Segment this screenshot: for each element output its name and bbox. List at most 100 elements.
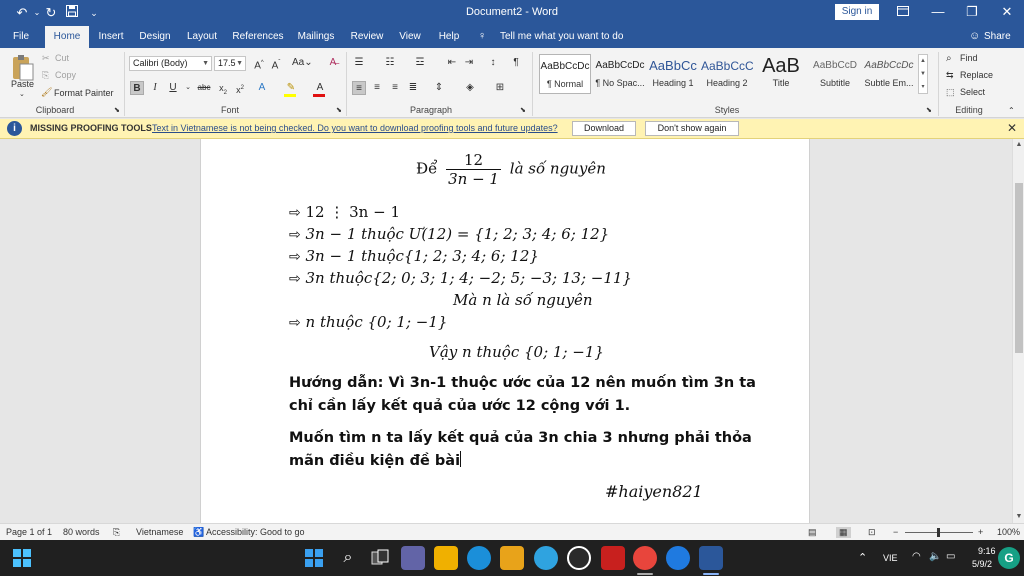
edge-browser-icon[interactable] xyxy=(467,546,491,570)
font-launcher-icon[interactable]: ⬊ xyxy=(336,106,342,114)
style-heading-2[interactable]: AaBbCcC Heading 2 xyxy=(701,54,753,94)
cut-icon[interactable]: ✂ xyxy=(42,53,50,64)
vertical-scrollbar[interactable]: ▲ ▼ xyxy=(1012,139,1024,523)
subscript-icon[interactable]: x2 xyxy=(216,81,230,96)
scroll-down-icon[interactable]: ▼ xyxy=(1015,513,1023,521)
word-app-icon[interactable] xyxy=(699,546,723,570)
find-icon[interactable]: ⌕ xyxy=(946,53,952,64)
shrink-font-icon[interactable]: Aˇ xyxy=(269,56,283,71)
chrome-browser-icon[interactable] xyxy=(633,546,657,570)
start-menu-icon[interactable] xyxy=(305,549,323,567)
style-normal[interactable]: AaBbCcDc ¶ Normal xyxy=(539,54,591,94)
copy-icon[interactable]: ⎘ xyxy=(42,70,49,81)
print-layout-icon[interactable]: ▦ xyxy=(836,527,851,538)
italic-icon[interactable]: I xyxy=(148,81,162,95)
clock-date[interactable]: 5/9/2 xyxy=(972,559,992,569)
download-button[interactable]: Download xyxy=(572,121,636,136)
battery-icon[interactable]: ▭ xyxy=(946,551,955,562)
microsoft-store-icon[interactable] xyxy=(500,546,524,570)
windows-start-icon[interactable] xyxy=(13,549,31,567)
collapse-ribbon-icon[interactable]: ⌃ xyxy=(1008,106,1015,115)
shield-app-icon[interactable] xyxy=(601,546,625,570)
style-title[interactable]: AaB Title xyxy=(755,54,807,94)
input-language[interactable]: VIE xyxy=(883,553,898,563)
ribbon-display-icon[interactable] xyxy=(893,3,913,21)
accessibility-status[interactable]: Accessibility: Good to go xyxy=(206,527,305,537)
search-icon[interactable]: ⌕ xyxy=(338,548,358,568)
text-effects-icon[interactable]: A xyxy=(255,81,269,95)
replace-icon[interactable]: ⇆ xyxy=(946,70,954,81)
zalo-icon[interactable] xyxy=(666,546,690,570)
zoom-out-icon[interactable]: − xyxy=(893,527,898,537)
tab-references[interactable]: References xyxy=(231,26,285,48)
bold-icon[interactable]: B xyxy=(130,81,144,95)
wifi-icon[interactable]: ◠ xyxy=(912,551,921,562)
borders-icon[interactable]: ⊞ xyxy=(493,81,507,95)
highlight-color-icon[interactable]: ✎ xyxy=(284,81,298,95)
weather-icon[interactable] xyxy=(534,546,558,570)
shading-icon[interactable]: ◈ xyxy=(463,81,477,95)
word-count[interactable]: 80 words xyxy=(63,527,100,537)
github-icon[interactable] xyxy=(567,546,591,570)
paragraph-launcher-icon[interactable]: ⬊ xyxy=(520,106,526,114)
select-button[interactable]: Select xyxy=(960,87,985,97)
tab-insert[interactable]: Insert xyxy=(94,26,128,48)
cut-button[interactable]: Cut xyxy=(55,53,69,63)
select-icon[interactable]: ⬚ xyxy=(946,87,955,98)
paste-icon[interactable] xyxy=(10,54,34,81)
teams-chat-icon[interactable] xyxy=(401,546,425,570)
align-center-icon[interactable]: ≡ xyxy=(370,81,384,95)
show-formatting-icon[interactable]: ¶ xyxy=(509,56,523,70)
tab-mailings[interactable]: Mailings xyxy=(294,26,338,48)
styles-scroll[interactable]: ▲ ▼ ▾ xyxy=(918,54,928,94)
share-button[interactable]: Share xyxy=(984,26,1011,48)
file-explorer-icon[interactable] xyxy=(434,546,458,570)
sort-icon[interactable]: ↕ xyxy=(486,56,500,70)
web-layout-icon[interactable]: ⊡ xyxy=(868,527,876,538)
style-no-spacing[interactable]: AaBbCcDc ¶ No Spac... xyxy=(594,54,646,94)
clipboard-launcher-icon[interactable]: ⬊ xyxy=(114,106,120,114)
page-count[interactable]: Page 1 of 1 xyxy=(6,527,52,537)
tab-layout[interactable]: Layout xyxy=(183,26,221,48)
volume-icon[interactable]: 🔈 xyxy=(929,551,941,562)
tab-home[interactable]: Home xyxy=(45,26,89,48)
clock-time[interactable]: 9:16 xyxy=(978,546,996,556)
format-painter-icon[interactable]: 🖌 xyxy=(41,87,52,98)
scroll-up-icon[interactable]: ▲ xyxy=(1015,141,1023,149)
clear-formatting-icon[interactable]: A̶ xyxy=(326,56,340,70)
notice-message-link[interactable]: Text in Vietnamese is not being checked.… xyxy=(152,123,558,133)
align-right-icon[interactable]: ≡ xyxy=(388,81,402,95)
close-icon[interactable]: ✕ xyxy=(1007,121,1017,135)
sign-in-button[interactable]: Sign in xyxy=(835,4,879,20)
tray-chevron-icon[interactable]: ⌃ xyxy=(858,551,867,564)
increase-indent-icon[interactable]: ⇥ xyxy=(462,56,476,70)
proofing-icon[interactable]: ⎘ xyxy=(113,527,120,538)
style-subtitle[interactable]: AaBbCcD Subtitle xyxy=(809,54,861,94)
font-size-select[interactable]: 17.5 ▼ xyxy=(214,56,246,71)
tab-review[interactable]: Review xyxy=(347,26,387,48)
paste-label[interactable]: Paste xyxy=(11,79,34,89)
paste-dropdown-icon[interactable]: ⌄ xyxy=(19,90,25,98)
underline-icon[interactable]: U xyxy=(166,81,180,95)
change-case-icon[interactable]: Aa⌄ xyxy=(292,56,313,70)
zoom-slider-thumb[interactable] xyxy=(937,528,940,537)
tab-view[interactable]: View xyxy=(396,26,424,48)
tab-design[interactable]: Design xyxy=(136,26,174,48)
underline-dropdown-icon[interactable]: ⌄ xyxy=(181,81,195,95)
format-painter-button[interactable]: Format Painter xyxy=(54,88,114,98)
style-heading-1[interactable]: AaBbCc Heading 1 xyxy=(647,54,699,94)
accessibility-icon[interactable]: ♿ xyxy=(193,527,204,538)
find-button[interactable]: Find xyxy=(960,53,978,63)
restore-button[interactable]: ❐ xyxy=(962,3,982,21)
document-page[interactable]: Để 12 3n − 1 là số nguyên ⇨ 12 ⋮ 3n − 1 … xyxy=(200,139,810,523)
superscript-icon[interactable]: x2 xyxy=(233,81,247,95)
zoom-in-icon[interactable]: + xyxy=(978,527,983,537)
replace-button[interactable]: Replace xyxy=(960,70,993,80)
read-mode-icon[interactable]: ▤ xyxy=(808,527,817,538)
justify-icon[interactable]: ≣ xyxy=(406,81,420,95)
grow-font-icon[interactable]: A^ xyxy=(252,56,266,71)
strikethrough-icon[interactable]: abc xyxy=(196,81,212,95)
close-button[interactable]: ✕ xyxy=(997,3,1017,21)
task-view-icon[interactable] xyxy=(371,549,389,567)
style-subtle-emphasis[interactable]: AaBbCcDc Subtle Em... xyxy=(863,54,915,94)
